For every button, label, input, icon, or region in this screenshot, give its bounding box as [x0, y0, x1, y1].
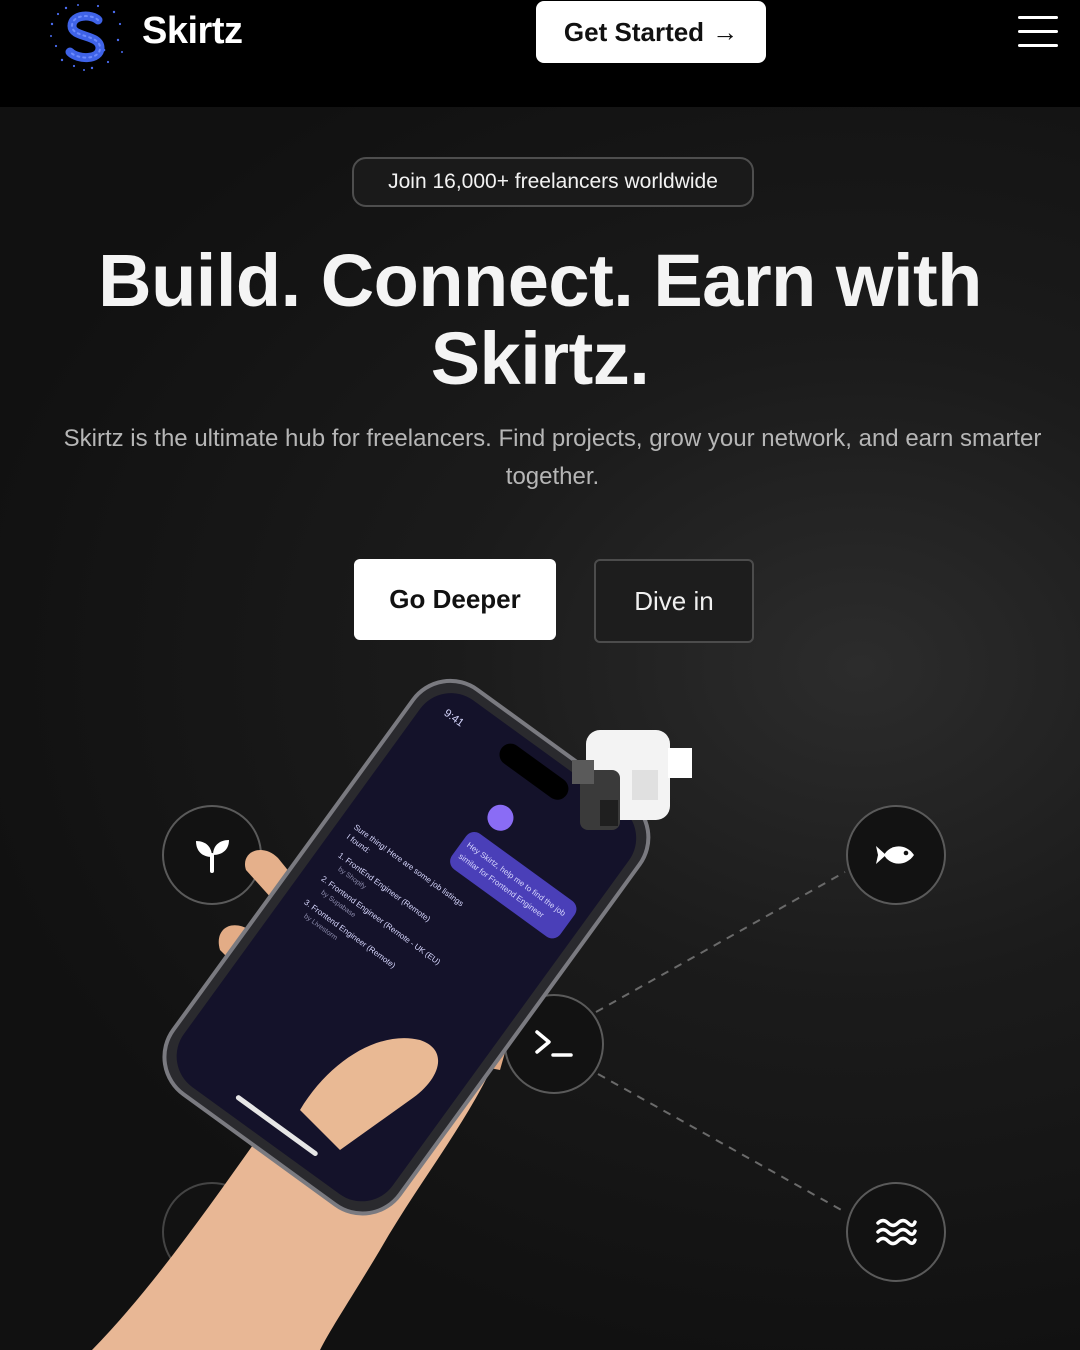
- hand-phone-illustration: 9:41 Hey Skirtz, help me to find the job…: [92, 678, 692, 1350]
- cube-block-icon: [572, 730, 692, 830]
